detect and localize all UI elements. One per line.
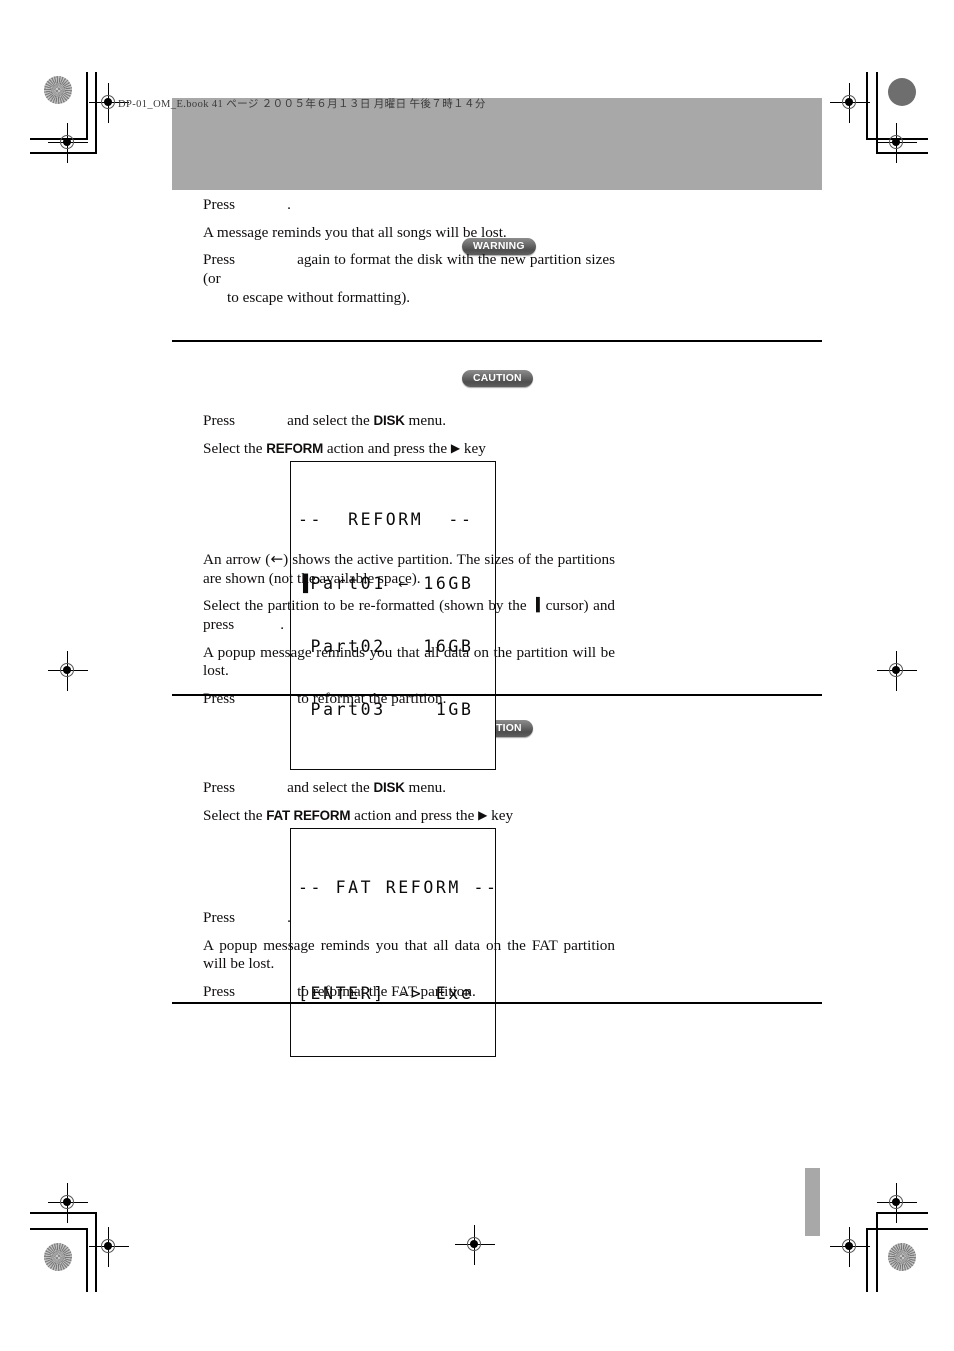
- note-popup-fat-data-lost: A popup message reminds you that all dat…: [203, 936, 615, 973]
- step-reform-press-pre: Press: [203, 412, 236, 429]
- step-fat-press-menu: Press and select the DISK menu.: [203, 779, 615, 798]
- registration-target-left-middle: [48, 651, 88, 691]
- step-fat-press-pre: Press: [203, 779, 236, 796]
- section-tab-marker: [805, 1168, 820, 1236]
- step-reform-press-menu: Press and select the DISK menu.: [203, 412, 615, 431]
- menu-name-disk-2: DISK: [373, 780, 405, 795]
- step-press-reformat-pre: Press: [203, 690, 236, 708]
- step-select-reform-pre: Select the: [203, 439, 263, 457]
- step-press-enter: Press.: [203, 196, 615, 215]
- crop-line-tr-v1: [866, 72, 868, 140]
- note-songs-lost: A message reminds you that all songs wil…: [203, 223, 507, 241]
- step-select-fat-mid: action and press the: [354, 806, 475, 824]
- registration-target-right-lower: [877, 1183, 917, 1223]
- registration-target-right-middle: [877, 651, 917, 691]
- registration-target-left-upper: [48, 123, 88, 163]
- lcd-reform-line-0: -- REFORM --: [298, 510, 474, 530]
- page-content: Press. A message reminds you that all so…: [172, 196, 822, 1058]
- step-press-enter-post: .: [287, 196, 291, 213]
- registration-target-bottom-center: [455, 1225, 495, 1265]
- crop-line-br-v2: [876, 1212, 878, 1292]
- section-format-steps: Press. A message reminds you that all so…: [203, 196, 615, 307]
- step-fat-press-post: and select the: [287, 779, 370, 796]
- step-press-reformat-post: to reformat the partition.: [297, 690, 447, 708]
- step-fat-press-tail: menu.: [408, 779, 447, 796]
- step-press-reformat: Press to reformat the partition.: [203, 690, 615, 709]
- step-fat-press-enter: Press.: [203, 909, 615, 928]
- step-press-reformat-fat-pre: Press: [203, 983, 236, 1001]
- registration-halftone-circle-bottom-left: [44, 1243, 72, 1271]
- cursor-marker-icon: ▐: [532, 598, 540, 614]
- section-fat-reform-steps: Press and select the DISK menu. Select th…: [203, 779, 615, 834]
- step-press-again: Press again to format the disk with the n…: [203, 251, 615, 307]
- step-press-enter-pre: Press: [203, 196, 236, 213]
- step-press-again-line2: to escape without formatting).: [227, 288, 411, 306]
- registration-target-bottom-left: [89, 1227, 129, 1267]
- right-arrow-key-icon-2: ▶: [478, 807, 488, 822]
- registration-target-left-lower: [48, 1183, 88, 1223]
- section-divider-3: [172, 1002, 822, 1004]
- step-reform-press-post: and select the: [287, 412, 370, 429]
- step-select-fat-reform-action: Select the FAT REFORM action and press t…: [203, 807, 615, 826]
- registration-halftone-circle-top-left: [44, 76, 72, 104]
- page-header-band: [172, 98, 822, 190]
- step-press-reformat-fat: Press to reformat the FAT partition.: [203, 983, 615, 1002]
- section-divider-2: [172, 694, 822, 696]
- menu-name-disk: DISK: [373, 413, 405, 428]
- right-arrow-key-icon: ▶: [450, 440, 461, 455]
- crop-line-bl-h2: [30, 1228, 88, 1230]
- section-fat-reform-notes: Press. A popup message reminds you that …: [203, 909, 615, 1011]
- lcd-fat-line-0: -- FAT REFORM --: [298, 878, 499, 898]
- step-press-again-post: again to format the disk with the new pa…: [203, 251, 615, 288]
- crop-line-tl-v2: [86, 72, 88, 139]
- crop-line-br-v1: [866, 1228, 868, 1292]
- step-fat-press-enter-pre: Press: [203, 909, 236, 926]
- note-arrow-a: An arrow (: [203, 551, 271, 568]
- note-select-partition: Select the partition to be re-formatted …: [203, 597, 615, 634]
- step-press-again-pre: Press: [203, 251, 236, 269]
- step-select-reform-action: Select the REFORM action and press the ▶…: [203, 440, 615, 459]
- step-press-reformat-fat-post: to reformat the FAT partition.: [297, 983, 476, 1001]
- crop-line-br-h1: [866, 1228, 928, 1230]
- step-fat-press-enter-post: .: [287, 909, 291, 926]
- status-badge-caution-reform: CAUTION: [462, 370, 533, 387]
- section-reform-steps: Press and select the DISK menu. Select th…: [203, 412, 615, 467]
- action-name-fat-reform: FAT REFORM: [266, 807, 351, 823]
- registration-target-top-right: [830, 83, 870, 123]
- note-select-a: Select the partition to be re-formatted …: [203, 597, 527, 615]
- crop-line-bl-v2: [86, 1228, 88, 1292]
- step-select-reform-tail: key: [463, 439, 486, 457]
- registration-target-right-upper: [877, 123, 917, 163]
- section-divider-1: [172, 340, 822, 342]
- registration-target-bottom-right: [830, 1227, 870, 1267]
- step-select-fat-pre: Select the: [203, 806, 263, 824]
- note-select-c: .: [280, 616, 285, 634]
- note-arrow-explanation: An arrow (←) shows the active partition.…: [203, 550, 615, 588]
- step-select-fat-tail: key: [491, 806, 514, 824]
- note-popup-data-lost: A popup message reminds you that all dat…: [203, 643, 615, 680]
- step-select-reform-mid: action and press the: [326, 439, 448, 457]
- registration-solid-circle-top-right: [888, 78, 916, 106]
- registration-halftone-circle-bottom-right: [888, 1243, 916, 1271]
- print-metadata-header: DP-01_OM_E.book 41 ページ ２００５年６月１３日 月曜日 午後…: [118, 99, 486, 110]
- left-arrow-icon: ←: [270, 550, 284, 568]
- action-name-reform: REFORM: [266, 440, 324, 456]
- section-reform-notes: An arrow (←) shows the active partition.…: [203, 550, 615, 718]
- step-reform-press-tail: menu.: [408, 412, 447, 429]
